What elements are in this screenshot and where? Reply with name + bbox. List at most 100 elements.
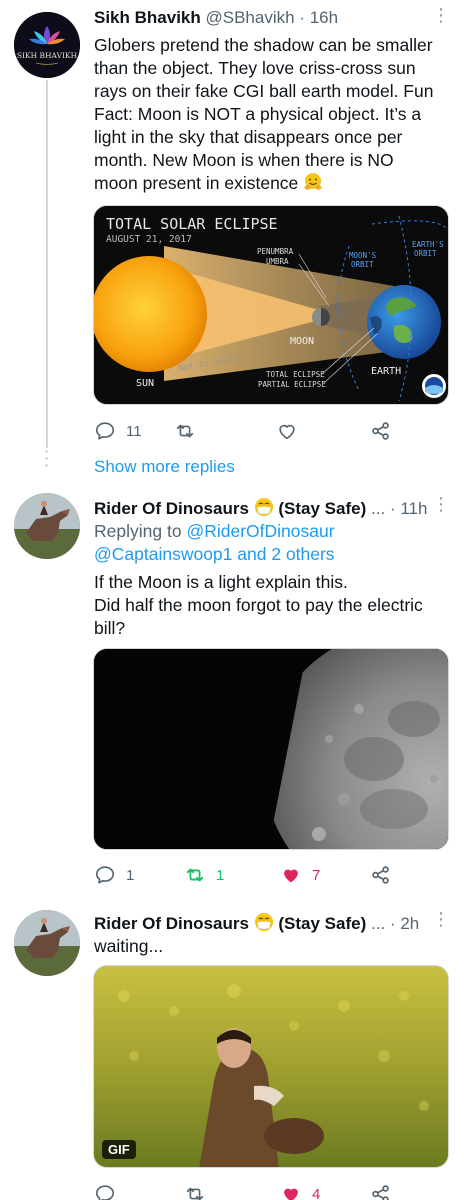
text-line: than the object. They love criss-cross s… <box>94 58 416 78</box>
gif-badge: GIF <box>102 1140 136 1159</box>
tweet-header: Rider Of Dinosaurs (Stay Safe) ... · 2h <box>94 912 450 934</box>
replying-to-others-link[interactable]: @Captainswoop1 and 2 others <box>94 543 450 566</box>
replying-to-label: Replying to <box>94 521 182 541</box>
separator: · <box>389 914 396 933</box>
retweet-icon <box>176 424 194 438</box>
share-icon <box>372 1185 389 1200</box>
tweet-actions: 1 1 7 <box>94 862 394 888</box>
tweet-1[interactable]: SIKH BHAVIKH Sikh Bhavikh @SBhavikh · 16… <box>0 0 464 450</box>
tweet-2[interactable]: Rider Of Dinosaurs (Stay Safe) ... · 11h… <box>0 485 464 900</box>
dinosaur-rider-avatar-icon <box>14 493 80 559</box>
partial-eclipse-label: PARTIAL ECLIPSE <box>258 380 326 389</box>
moon-label: MOON <box>290 336 314 347</box>
retweet-icon <box>186 1187 204 1200</box>
more-options-icon[interactable]: ⋮ <box>432 910 450 928</box>
show-more-replies-link[interactable]: Show more replies <box>94 457 235 477</box>
share-icon <box>372 866 389 884</box>
more-options-icon[interactable]: ⋮ <box>432 495 450 513</box>
retweet-count: 1 <box>216 866 225 884</box>
author-handle[interactable]: @SBhavikh <box>206 8 295 27</box>
timestamp[interactable]: 11h <box>400 499 427 518</box>
author-suffix[interactable]: (Stay Safe) <box>278 914 366 933</box>
tweet-text: waiting... <box>94 935 450 958</box>
retweet-button[interactable] <box>184 1181 216 1200</box>
heart-filled-icon <box>284 869 298 883</box>
tweet-3[interactable]: Rider Of Dinosaurs (Stay Safe) ... · 2h … <box>0 900 464 1200</box>
avatar[interactable] <box>14 493 80 559</box>
text-line: month. New Moon is when there is NO <box>94 150 394 170</box>
like-button[interactable] <box>276 418 308 444</box>
text-line: Globers pretend the shadow can be smalle… <box>94 35 433 55</box>
penumbra-label: PENUMBRA <box>257 247 294 256</box>
text-line: light in the sky that disappears once pe… <box>94 127 403 147</box>
like-count: 4 <box>312 1185 321 1200</box>
author-suffix[interactable]: (Stay Safe) <box>278 499 366 518</box>
face-with-mask-emoji-icon <box>254 913 273 931</box>
earths-orbit-label: ORBIT <box>414 249 437 258</box>
lotus-logo-icon: SIKH BHAVIKH <box>14 12 80 78</box>
reply-button[interactable]: 1 <box>94 862 134 888</box>
separator: · <box>299 8 305 27</box>
timestamp[interactable]: 16h <box>310 8 338 27</box>
replying-to: Replying to @RiderOfDinosaur @Captainswo… <box>94 520 450 566</box>
half-moon-photo[interactable] <box>93 648 449 850</box>
text-line-last: moon present in existence <box>94 172 450 195</box>
tweet-actions: 11 <box>94 418 394 444</box>
retweet-button[interactable]: 1 <box>184 862 224 888</box>
earth-label: EARTH <box>371 366 401 377</box>
author-handle[interactable]: ... <box>371 499 385 518</box>
eclipse-diagram-image[interactable]: TOTAL SOLAR ECLIPSE AUGUST 21, 2017 PENU… <box>93 205 449 405</box>
solar-eclipse-illustration: TOTAL SOLAR ECLIPSE AUGUST 21, 2017 PENU… <box>94 206 448 404</box>
replying-to-user-link[interactable]: @RiderOfDinosaur <box>186 521 334 541</box>
text-line: Did half the moon forgot to pay the elec… <box>94 595 423 615</box>
eclipse-date: AUGUST 21, 2017 <box>106 234 192 245</box>
umbra-label: UMBRA <box>266 257 289 266</box>
text-line: Fact: Moon is NOT a physical object. It’… <box>94 104 422 124</box>
text-line: waiting... <box>94 936 164 956</box>
separator: · <box>389 499 396 518</box>
avatar[interactable]: SIKH BHAVIKH <box>14 12 80 78</box>
dinosaur-rider-avatar-icon <box>14 910 80 976</box>
author-name[interactable]: Rider Of Dinosaurs <box>94 499 249 518</box>
tweet-header: Rider Of Dinosaurs (Stay Safe) ... · 11h <box>94 497 450 519</box>
retweet-icon <box>186 868 204 882</box>
gif-frame-image <box>94 966 448 1167</box>
heart-icon <box>279 424 295 440</box>
share-icon <box>372 422 389 440</box>
retweet-button[interactable] <box>174 418 206 444</box>
tweet-header: Sikh Bhavikh @SBhavikh · 16h <box>94 8 450 30</box>
earths-orbit-label: EARTH'S <box>412 240 444 249</box>
tweet-text: If the Moon is a light explain this. Did… <box>94 571 450 640</box>
thread-dots <box>45 450 49 474</box>
author-handle[interactable]: ... <box>371 914 385 933</box>
text-line: bill? <box>94 618 126 638</box>
share-button[interactable] <box>370 862 392 888</box>
moon-image <box>94 649 448 849</box>
text-line: moon present in existence <box>94 173 299 193</box>
reply-icon <box>95 422 115 440</box>
like-count: 7 <box>312 866 321 884</box>
avatar[interactable] <box>14 910 80 976</box>
moons-orbit-label: MOON'S <box>349 251 377 260</box>
reply-button[interactable]: 11 <box>94 418 142 444</box>
thread-line <box>46 80 48 448</box>
reply-icon <box>95 1185 115 1200</box>
sun-label: SUN <box>136 378 154 389</box>
more-options-icon[interactable]: ⋮ <box>432 6 450 24</box>
share-button[interactable] <box>370 1181 392 1200</box>
like-button[interactable]: 7 <box>280 862 320 888</box>
face-with-mask-emoji-icon <box>254 498 273 516</box>
tweet-actions: 4 <box>94 1181 394 1200</box>
tweet-text: Globers pretend the shadow can be smalle… <box>94 34 450 195</box>
timestamp[interactable]: 2h <box>400 914 419 933</box>
moons-orbit-label: ORBIT <box>351 260 374 269</box>
reply-icon <box>95 866 115 884</box>
reply-button[interactable] <box>94 1181 126 1200</box>
reply-count: 1 <box>126 866 135 884</box>
author-name[interactable]: Rider Of Dinosaurs <box>94 914 249 933</box>
gif-player[interactable]: GIF <box>93 965 449 1168</box>
reply-count: 11 <box>126 422 142 440</box>
like-button[interactable]: 4 <box>280 1181 320 1200</box>
share-button[interactable] <box>370 418 392 444</box>
author-name[interactable]: Sikh Bhavikh <box>94 8 201 27</box>
